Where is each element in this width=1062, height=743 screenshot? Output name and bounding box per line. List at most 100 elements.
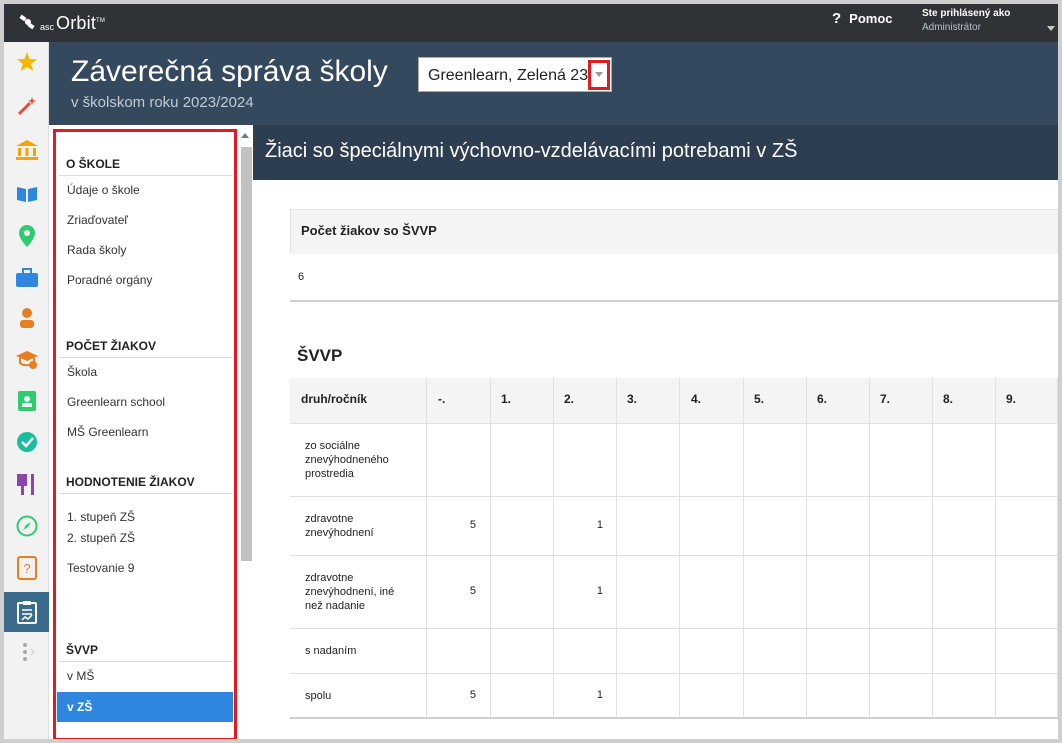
nav-item-v-ms[interactable]: v MŠ (57, 661, 233, 691)
briefcase-icon[interactable] (4, 260, 49, 296)
logo-name-text: Orbit (56, 12, 97, 33)
divider (59, 493, 233, 494)
row-divider (290, 423, 1058, 424)
column-divider (869, 378, 870, 718)
row-label: zdravotne znevýhodnení, iné než nadanie (305, 572, 395, 612)
nav-section-hodnotenie-ziakov: HODNOTENIE ŽIAKOV (66, 475, 195, 489)
svvp-table: druh/ročník -. 1. 2. 3. 4. 5. 6. 7. 8. 9… (290, 378, 1058, 720)
table-bottom-border (290, 717, 1058, 719)
row-divider (290, 628, 1058, 629)
count-panel: Počet žiakov so ŠVVP 6 (290, 209, 1058, 302)
column-header: druh/ročník (301, 392, 368, 406)
dining-icon[interactable] (4, 466, 49, 502)
table-cell: 1 (596, 585, 603, 597)
column-divider (806, 378, 807, 718)
nav-item-v-zs[interactable]: v ZŠ (57, 692, 233, 722)
report-icon[interactable] (4, 592, 49, 632)
page-header: Záverečná správa školy v školskom roku 2… (49, 42, 1058, 125)
nav-item-rada-skoly[interactable]: Rada školy (57, 235, 233, 265)
row-divider (290, 673, 1058, 674)
nav-item-testovanie-9[interactable]: Testovanie 9 (57, 553, 233, 583)
row-divider (290, 496, 1058, 497)
school-select[interactable]: Greenlearn, Zelená 23 (418, 57, 612, 92)
nav-item-zriadovatel[interactable]: Zriaďovateľ (57, 205, 233, 235)
column-header: 4. (691, 392, 702, 406)
check-circle-icon[interactable] (4, 424, 49, 460)
user-line2: Administrátor (922, 22, 981, 33)
nav-item-ms-greenlearn[interactable]: MŠ Greenlearn (57, 417, 233, 447)
nav-item-skola[interactable]: Škola (57, 357, 233, 387)
column-divider (995, 378, 996, 718)
user-line1: Ste prihlásený ako (922, 8, 1011, 19)
svg-text:?: ? (23, 561, 30, 576)
help-button[interactable]: ? Pomoc (832, 10, 893, 27)
column-header: 6. (817, 392, 828, 406)
institution-icon[interactable] (4, 132, 49, 168)
column-divider (743, 378, 744, 718)
column-header: 7. (880, 392, 891, 406)
column-divider (1057, 378, 1058, 718)
count-label: Počet žiakov so ŠVVP (301, 223, 437, 238)
count-header: Počet žiakov so ŠVVP (290, 209, 1058, 254)
column-divider (679, 378, 680, 718)
column-header: 8. (943, 392, 954, 406)
question-book-icon[interactable]: ? (4, 550, 49, 586)
nav-scrollbar[interactable] (236, 125, 253, 739)
chevron-down-icon[interactable] (1047, 26, 1055, 31)
column-header: 9. (1006, 392, 1017, 406)
count-value: 6 (298, 271, 305, 283)
compass-icon[interactable] (4, 508, 49, 544)
nav-section-pocet-ziakov: POČET ŽIAKOV (66, 339, 157, 353)
scroll-up-icon[interactable] (241, 133, 249, 138)
column-divider (490, 378, 491, 718)
nav-item-2-stupen-zs[interactable]: 2. stupeň ZŠ (57, 523, 233, 553)
nav-item-poradne-organy[interactable]: Poradné orgány (57, 265, 233, 295)
table-cell: 5 (469, 585, 476, 597)
column-header: 3. (627, 392, 638, 406)
more-icon[interactable] (4, 634, 49, 670)
logo-name: OrbitTM (56, 13, 105, 34)
scroll-thumb[interactable] (241, 147, 252, 561)
content-header: Žiaci so špeciálnymi výchovno-vzdelávací… (253, 125, 1058, 180)
book-icon[interactable] (4, 176, 49, 212)
row-label: spolu (305, 690, 332, 702)
graduation-cap-icon[interactable] (4, 342, 49, 378)
column-header: 5. (754, 392, 765, 406)
map-pin-icon[interactable] (4, 218, 49, 254)
user-menu[interactable]: Ste prihlásený ako Administrátor (922, 8, 1010, 33)
column-header: 2. (564, 392, 575, 406)
column-divider (616, 378, 617, 718)
clipboard-person-icon[interactable] (4, 382, 49, 418)
app-window: asc OrbitTM ? Pomoc Ste prihlásený ako A… (0, 0, 1062, 743)
help-label: Pomoc (849, 11, 893, 26)
star-icon[interactable] (4, 44, 49, 80)
svvp-title: ŠVVP (297, 346, 343, 365)
logo-tm: TM (96, 17, 106, 24)
main-content: Žiaci so špeciálnymi výchovno-vzdelávací… (253, 125, 1058, 739)
satellite-icon (19, 14, 35, 30)
nav-item-udaje-o-skole[interactable]: Údaje o škole (57, 175, 233, 205)
table-cell: 5 (469, 689, 476, 701)
content-title: Žiaci so špeciálnymi výchovno-vzdelávací… (265, 140, 798, 162)
logo-prefix: asc (40, 22, 55, 32)
column-divider (553, 378, 554, 718)
nav-section-o-skole: O ŠKOLE (66, 157, 121, 171)
row-label: s nadaním (305, 645, 357, 657)
logo[interactable]: asc OrbitTM (18, 10, 105, 36)
column-header: -. (438, 392, 446, 406)
select-dropdown-button[interactable] (588, 60, 610, 90)
table-cell: 1 (596, 689, 603, 701)
row-label: zo sociálne znevýhodneného prostredia (305, 440, 389, 480)
page-title: Záverečná správa školy (71, 55, 388, 88)
table-cell: 1 (596, 519, 603, 531)
row-divider (290, 555, 1058, 556)
column-divider (932, 378, 933, 718)
column-header: 1. (501, 392, 512, 406)
table-cell: 5 (469, 519, 476, 531)
help-icon: ? (832, 10, 842, 27)
nav-section-svvp: ŠVVP (66, 643, 99, 657)
person-icon[interactable] (4, 300, 49, 336)
row-label: zdravotne znevýhodnení (305, 513, 374, 539)
magic-wand-icon[interactable] (4, 88, 49, 124)
nav-item-greenlearn-school[interactable]: Greenlearn school (57, 387, 233, 417)
